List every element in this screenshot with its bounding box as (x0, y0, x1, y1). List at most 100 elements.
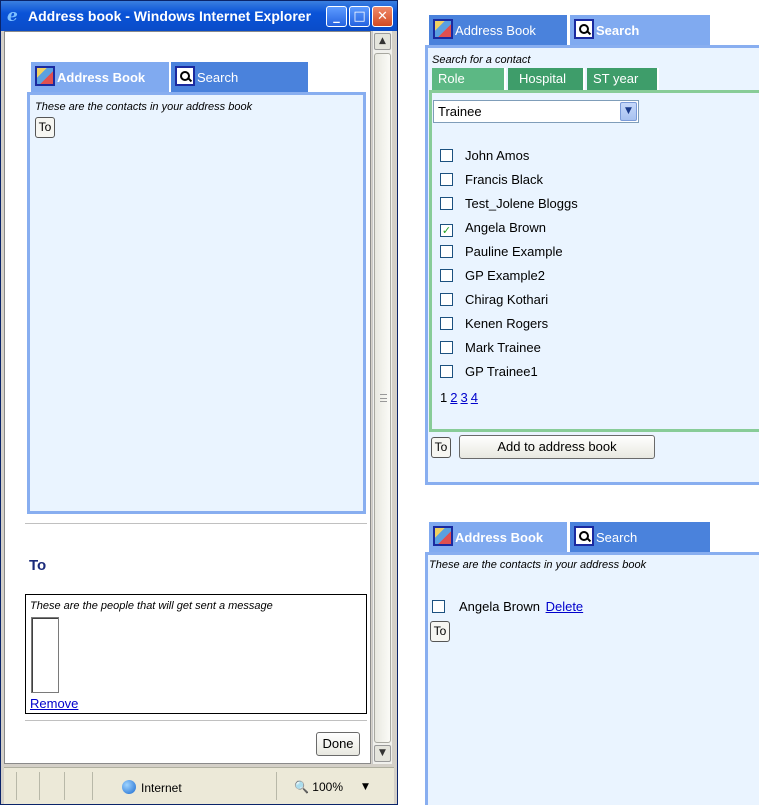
to-button[interactable]: To (431, 437, 451, 458)
tab-search-label: Search (197, 70, 239, 85)
contact-row[interactable]: Test_Jolene Bloggs (440, 194, 578, 214)
contact-row[interactable]: ✓ Angela Brown (440, 218, 546, 238)
close-button[interactable]: ✕ (372, 6, 393, 27)
page-content: Address Book Search These are the contac… (4, 31, 371, 764)
contact-checkbox[interactable] (440, 197, 453, 210)
contact-checkbox[interactable] (440, 245, 453, 258)
status-divider (64, 772, 65, 800)
security-zone[interactable]: Internet (122, 780, 182, 795)
contact-name: John Amos (465, 148, 530, 163)
contact-checkbox[interactable] (440, 173, 453, 186)
zoom-level[interactable]: 🔍 100% (294, 780, 343, 794)
address-book-panel: These are the contacts in your address b… (27, 92, 366, 514)
window-titlebar[interactable]: e Address book - Windows Internet Explor… (1, 1, 397, 31)
to-button[interactable]: To (35, 117, 55, 138)
status-divider (16, 772, 17, 800)
contact-row[interactable]: John Amos (440, 146, 529, 166)
recipients-box: These are the people that will get sent … (25, 594, 367, 714)
status-divider (92, 772, 93, 800)
tab-address-book[interactable]: Address Book (429, 522, 567, 552)
zone-label: Internet (141, 781, 182, 795)
pagination: 1234 (440, 390, 481, 406)
contact-name: GP Example2 (465, 268, 545, 283)
contact-row[interactable]: GP Example2 (440, 266, 545, 286)
grip-icon (380, 394, 387, 402)
address-book-icon (35, 66, 55, 86)
status-divider (39, 772, 40, 800)
maximize-button[interactable]: □ (349, 6, 370, 27)
scroll-thumb[interactable] (374, 53, 391, 743)
contact-row[interactable]: GP Trainee1 (440, 362, 538, 382)
contact-name: Kenen Rogers (465, 316, 549, 331)
page-link[interactable]: 4 (471, 390, 478, 405)
page-link[interactable]: 3 (460, 390, 467, 405)
recipients-listbox[interactable] (31, 617, 59, 693)
contact-checkbox[interactable] (432, 600, 445, 613)
contact-name: Chirag Kothari (465, 292, 549, 307)
contact-name: Angela Brown (459, 599, 540, 614)
chevron-down-icon: ▼ (620, 102, 637, 121)
remove-link[interactable]: Remove (30, 696, 78, 711)
vertical-scrollbar[interactable]: ▲ ▼ (372, 31, 392, 764)
address-book-panel (425, 552, 759, 805)
contact-row[interactable]: Kenen Rogers (440, 314, 548, 334)
search-icon (175, 66, 195, 86)
tab-search-label: Search (596, 23, 640, 38)
tab-address-book-label: Address Book (455, 23, 536, 38)
globe-icon (122, 780, 136, 794)
role-select-value: Trainee (438, 104, 482, 119)
address-book-note: These are the contacts in your address b… (35, 101, 253, 113)
delete-link[interactable]: Delete (546, 599, 584, 614)
ie-window: e Address book - Windows Internet Explor… (0, 0, 398, 805)
address-book-contact[interactable]: Angela Brown Delete (432, 597, 583, 617)
role-select[interactable]: Trainee ▼ (433, 100, 639, 123)
search-prompt: Search for a contact (432, 54, 531, 66)
to-heading: To (29, 557, 47, 574)
contact-checkbox[interactable] (440, 293, 453, 306)
contact-name: Test_Jolene Bloggs (465, 196, 578, 211)
add-to-address-book-button[interactable]: Add to address book (459, 435, 655, 459)
contact-row[interactable]: Francis Black (440, 170, 543, 190)
address-book-icon (433, 526, 453, 546)
zoom-label: 100% (312, 780, 343, 794)
status-divider (276, 772, 277, 800)
tab-address-book[interactable]: Address Book (429, 15, 567, 45)
subtab-hospital[interactable]: Hospital (508, 68, 585, 90)
scroll-up-icon[interactable]: ▲ (374, 33, 391, 50)
contact-row[interactable]: Mark Trainee (440, 338, 541, 358)
zoom-dropdown-icon[interactable]: ▼ (362, 780, 369, 794)
contact-name: Francis Black (465, 172, 544, 187)
scroll-down-icon[interactable]: ▼ (374, 745, 391, 762)
contact-name: GP Trainee1 (465, 364, 538, 379)
minimize-button[interactable]: _ (326, 6, 347, 27)
page-link[interactable]: 2 (450, 390, 457, 405)
address-book-icon (433, 19, 453, 39)
divider (25, 523, 367, 525)
tab-search[interactable]: Search (570, 522, 710, 552)
contact-checkbox[interactable] (440, 149, 453, 162)
divider (25, 720, 367, 722)
contact-name: Pauline Example (465, 244, 563, 259)
tab-address-book[interactable]: Address Book (31, 62, 169, 92)
search-icon (574, 526, 594, 546)
window-title: Address book - Windows Internet Explorer (28, 8, 312, 24)
contact-checkbox-checked[interactable]: ✓ (440, 224, 453, 237)
tab-address-book-label: Address Book (455, 530, 544, 545)
contact-row[interactable]: Chirag Kothari (440, 290, 548, 310)
tab-address-book-label: Address Book (57, 70, 146, 85)
contact-checkbox[interactable] (440, 269, 453, 282)
tab-search-label: Search (596, 530, 638, 545)
contact-checkbox[interactable] (440, 365, 453, 378)
zoom-icon: 🔍 (294, 780, 309, 794)
tab-search[interactable]: Search (171, 62, 308, 92)
done-button[interactable]: Done (316, 732, 360, 756)
recipients-note: These are the people that will get sent … (30, 600, 273, 612)
contact-row[interactable]: Pauline Example (440, 242, 563, 262)
tab-search[interactable]: Search (570, 15, 710, 45)
contact-checkbox[interactable] (440, 341, 453, 354)
subtab-st-year[interactable]: ST year (587, 68, 659, 90)
subtab-role[interactable]: Role (432, 68, 506, 90)
to-button[interactable]: To (430, 621, 450, 642)
contact-name: Mark Trainee (465, 340, 541, 355)
contact-checkbox[interactable] (440, 317, 453, 330)
